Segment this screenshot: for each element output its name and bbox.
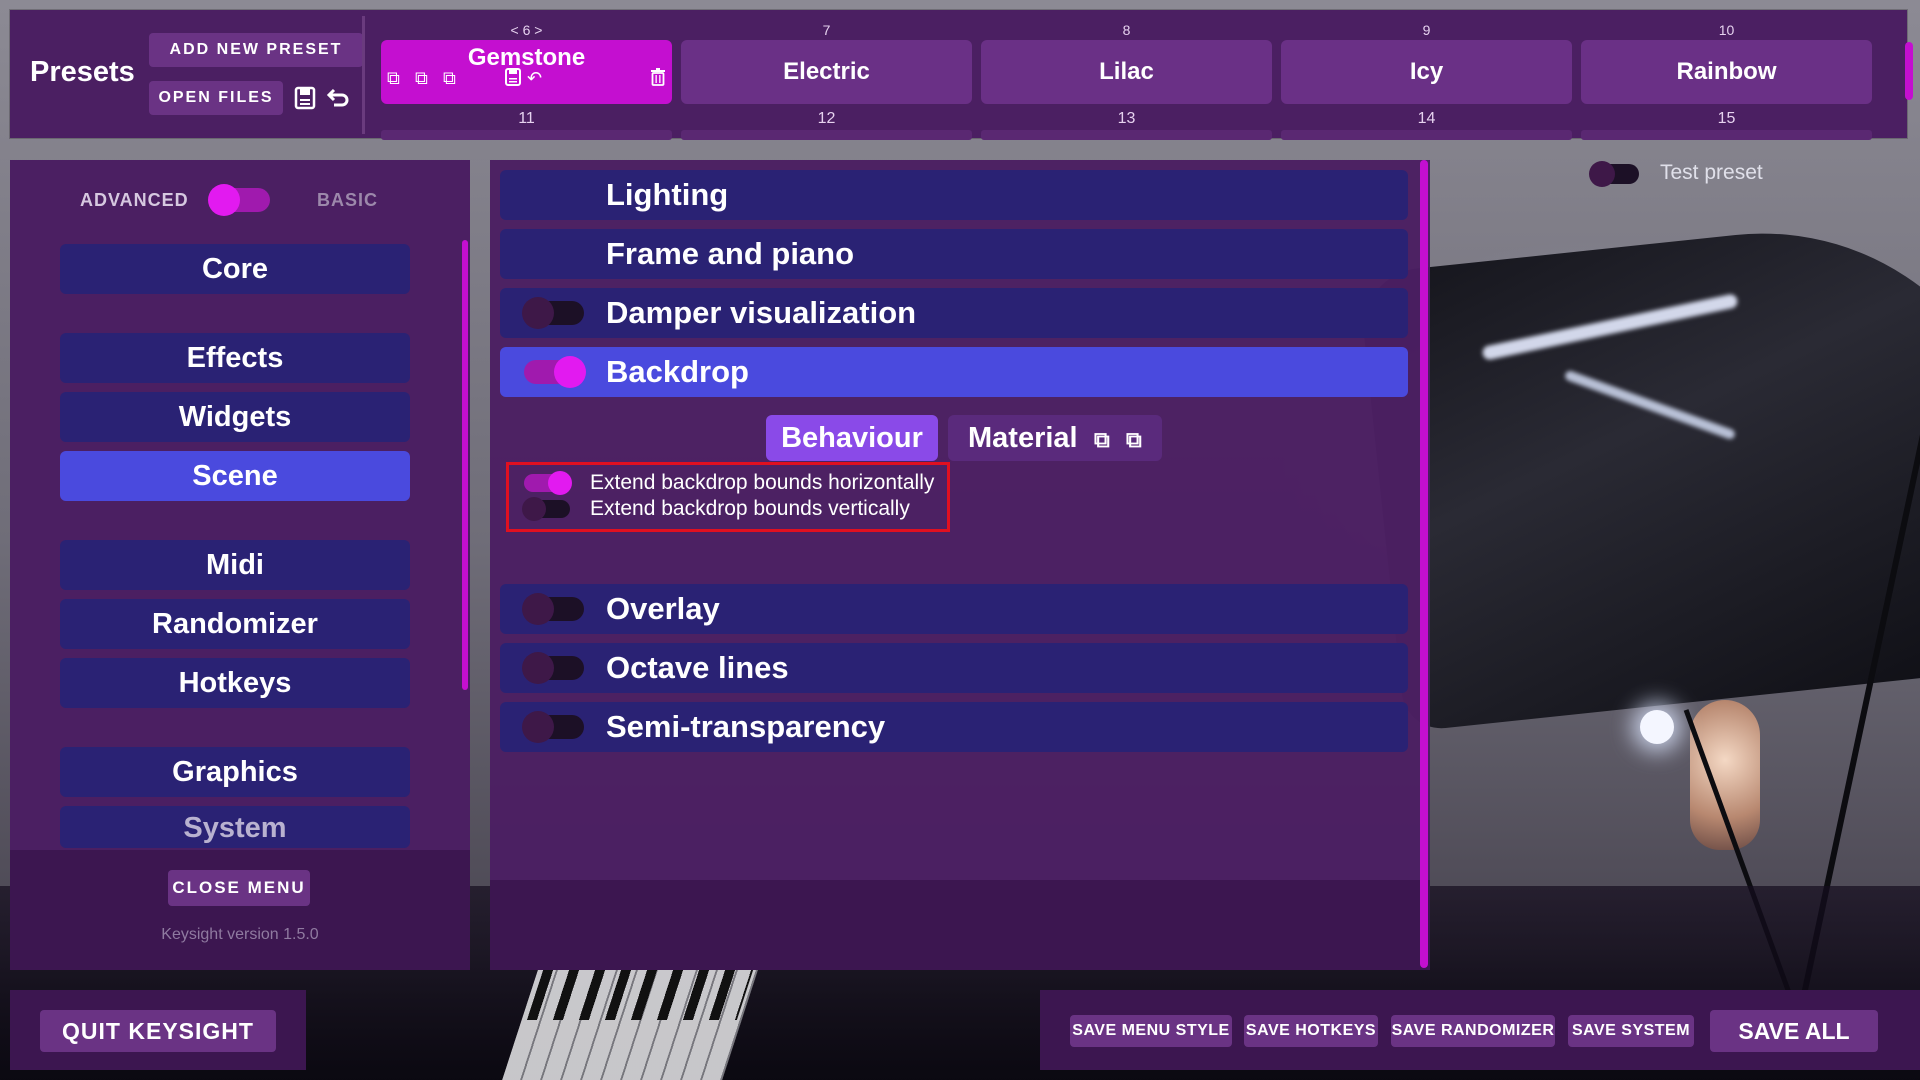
backdrop-toggle[interactable] — [524, 356, 586, 388]
octave-lines-toggle[interactable] — [522, 652, 584, 684]
preset-slot-gemstone: < 6 > Gemstone ⧉ ⧉ ⧉ ↶ 11 — [381, 22, 672, 140]
test-preset-label: Test preset — [1660, 161, 1763, 184]
preset-slot-number: 8 — [1122, 22, 1131, 38]
preset-slot-number: 14 — [1417, 110, 1436, 127]
mode-basic-label: BASIC — [317, 190, 379, 210]
save-all-button[interactable]: SAVE ALL — [1710, 1010, 1878, 1052]
preset-slot-electric: 7 Electric 12 — [681, 22, 972, 140]
preset-slot-lilac: 8 Lilac 13 — [981, 22, 1272, 140]
nav-item-widgets[interactable]: Widgets — [60, 392, 410, 442]
preset-slot-number: 7 — [822, 22, 831, 38]
preset-slot-number: 12 — [817, 110, 836, 127]
preset-card-actions: ⧉ ⧉ ⧉ ↶ — [387, 68, 667, 92]
extend-horizontal-toggle[interactable] — [524, 471, 572, 495]
settings-nav-panel: ADVANCED BASIC Core Effects Widgets Scen… — [10, 160, 470, 970]
save-hotkeys-button[interactable]: SAVE HOTKEYS — [1244, 1015, 1378, 1047]
revert-icon[interactable] — [326, 86, 350, 113]
paste-icon[interactable]: ⧉ — [415, 68, 428, 89]
presets-title: Presets — [30, 56, 135, 88]
preset-card-electric[interactable]: Electric — [681, 40, 972, 104]
overlay-toggle[interactable] — [522, 593, 584, 625]
extend-vertical-toggle[interactable] — [522, 497, 570, 521]
trash-icon[interactable] — [650, 68, 666, 91]
nav-scrollbar[interactable] — [462, 240, 468, 690]
duplicate-icon[interactable]: ⧉ — [443, 68, 456, 89]
nav-item-system[interactable]: System — [60, 806, 410, 848]
save-bar: SAVE MENU STYLE SAVE HOTKEYS SAVE RANDOM… — [1040, 990, 1920, 1070]
nav-item-randomizer[interactable]: Randomizer — [60, 599, 410, 649]
nav-item-core[interactable]: Core — [60, 244, 410, 294]
save-system-button[interactable]: SAVE SYSTEM — [1568, 1015, 1694, 1047]
open-files-button[interactable]: OPEN FILES — [149, 81, 283, 115]
preset-slot-number: 9 — [1422, 22, 1431, 38]
save-icon[interactable] — [294, 86, 316, 115]
preset-card-lilac[interactable]: Lilac — [981, 40, 1272, 104]
presets-scrollbar[interactable] — [1905, 42, 1913, 100]
test-preset-toggle[interactable] — [1589, 161, 1639, 187]
preset-slot-number: 15 — [1717, 110, 1736, 127]
close-menu-button[interactable]: CLOSE MENU — [168, 870, 310, 906]
copy-material-icon[interactable]: ⧉ — [1094, 427, 1110, 453]
preset-nav-indicator[interactable]: < 6 > — [381, 22, 672, 38]
preset-slot-rainbow: 10 Rainbow 15 — [1581, 22, 1872, 140]
background-lamp — [1690, 700, 1760, 850]
preset-card-rainbow[interactable]: Rainbow — [1581, 40, 1872, 104]
section-octave-lines[interactable]: Octave lines — [500, 643, 1408, 693]
mode-advanced-label: ADVANCED — [80, 190, 189, 210]
quit-keysight-button[interactable]: QUIT KEYSIGHT — [40, 1010, 276, 1052]
section-semi-transparency[interactable]: Semi-transparency — [500, 702, 1408, 752]
save-randomizer-button[interactable]: SAVE RANDOMIZER — [1391, 1015, 1555, 1047]
version-label: Keysight version 1.5.0 — [161, 926, 319, 943]
section-damper-visualization[interactable]: Damper visualization — [500, 288, 1408, 338]
section-backdrop[interactable]: Backdrop — [500, 347, 1408, 397]
background-piano — [1357, 207, 1920, 733]
nav-item-midi[interactable]: Midi — [60, 540, 410, 590]
revert-preset-icon[interactable]: ↶ — [527, 68, 542, 89]
tab-material[interactable]: Material ⧉ ⧉ — [948, 415, 1162, 461]
presets-bar: Presets ADD NEW PRESET OPEN FILES < 6 > … — [10, 10, 1913, 140]
nav-item-graphics[interactable]: Graphics — [60, 747, 410, 797]
preset-slot-number: 10 — [1718, 22, 1735, 38]
save-menu-style-button[interactable]: SAVE MENU STYLE — [1070, 1015, 1232, 1047]
add-new-preset-button[interactable]: ADD NEW PRESET — [149, 33, 363, 67]
nav-item-effects[interactable]: Effects — [60, 333, 410, 383]
tab-material-label: Material — [968, 421, 1078, 454]
section-overlay[interactable]: Overlay — [500, 584, 1408, 634]
section-frame-and-piano[interactable]: Frame and piano — [500, 229, 1408, 279]
preset-card-icy[interactable]: Icy — [1281, 40, 1572, 104]
tab-behaviour[interactable]: Behaviour — [766, 415, 938, 461]
preset-slot-number: 11 — [518, 110, 535, 127]
copy-icon[interactable]: ⧉ — [387, 68, 400, 89]
section-lighting[interactable]: Lighting — [500, 170, 1408, 220]
nav-item-scene[interactable]: Scene — [60, 451, 410, 501]
preset-slot-icy: 9 Icy 14 — [1281, 22, 1572, 140]
save-preset-icon[interactable] — [505, 68, 521, 91]
nav-item-hotkeys[interactable]: Hotkeys — [60, 658, 410, 708]
scene-settings-panel: Lighting Frame and piano Damper visualiz… — [490, 160, 1430, 970]
mode-toggle[interactable] — [208, 184, 270, 216]
quit-bar: QUIT KEYSIGHT — [10, 990, 306, 1070]
preset-slot-number: 13 — [1117, 110, 1136, 127]
damper-visualization-toggle[interactable] — [522, 297, 584, 329]
settings-scrollbar[interactable] — [1420, 160, 1428, 968]
paste-material-icon[interactable]: ⧉ — [1126, 427, 1142, 453]
semi-transparency-toggle[interactable] — [522, 711, 584, 743]
nav-footer: CLOSE MENU Keysight version 1.5.0 — [10, 850, 470, 970]
